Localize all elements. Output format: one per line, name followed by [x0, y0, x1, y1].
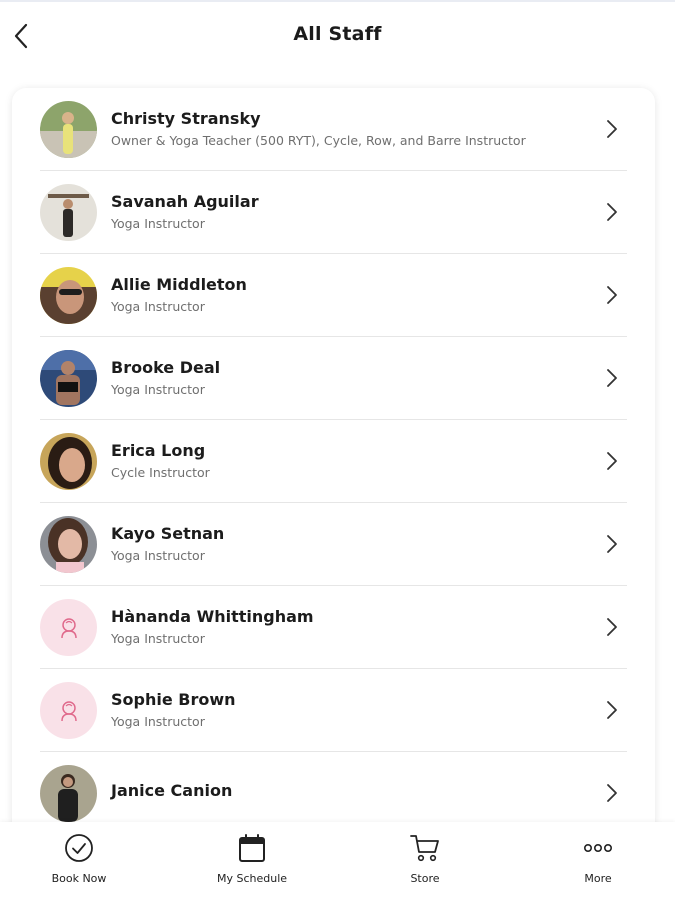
- chevron-right-icon: [607, 452, 617, 470]
- staff-name: Janice Canion: [111, 781, 233, 800]
- tab-my-schedule[interactable]: My Schedule: [197, 832, 307, 892]
- staff-role: Yoga Instructor: [111, 382, 205, 397]
- staff-name: Kayo Setnan: [111, 524, 225, 543]
- staff-name: Sophie Brown: [111, 690, 236, 709]
- avatar-placeholder: [40, 599, 97, 656]
- staff-row-erica-long[interactable]: Erica Long Cycle Instructor: [12, 420, 655, 503]
- person-icon: [60, 700, 77, 721]
- staff-name: Hànanda Whittingham: [111, 607, 314, 626]
- staff-name: Allie Middleton: [111, 275, 247, 294]
- chevron-right-icon: [607, 203, 617, 221]
- avatar: [40, 433, 97, 490]
- staff-role: Yoga Instructor: [111, 216, 205, 231]
- staff-row-allie-middleton[interactable]: Allie Middleton Yoga Instructor: [12, 254, 655, 337]
- staff-name: Brooke Deal: [111, 358, 221, 377]
- tab-label: Book Now: [51, 872, 107, 885]
- avatar: [40, 516, 97, 573]
- staff-name: Christy Stransky: [111, 109, 261, 128]
- chevron-right-icon: [607, 701, 617, 719]
- avatar: [40, 765, 97, 822]
- tab-label: Store: [410, 872, 440, 885]
- staff-row-kayo-setnan[interactable]: Kayo Setnan Yoga Instructor: [12, 503, 655, 586]
- avatar: [40, 101, 97, 158]
- staff-role: Cycle Instructor: [111, 465, 210, 480]
- check-circle-icon: [65, 834, 93, 862]
- person-icon: [60, 617, 77, 638]
- tab-label: More: [584, 872, 612, 885]
- staff-row-christy-stransky[interactable]: Christy Stransky Owner & Yoga Teacher (5…: [12, 88, 655, 171]
- bottom-tab-bar: Book Now My Schedule Store More: [0, 822, 675, 900]
- staff-row-savanah-aguilar[interactable]: Savanah Aguilar Yoga Instructor: [12, 171, 655, 254]
- avatar: [40, 350, 97, 407]
- header: All Staff: [0, 2, 675, 68]
- avatar: [40, 267, 97, 324]
- chevron-right-icon: [607, 286, 617, 304]
- chevron-right-icon: [607, 369, 617, 387]
- staff-role: Yoga Instructor: [111, 548, 205, 563]
- staff-row-brooke-deal[interactable]: Brooke Deal Yoga Instructor: [12, 337, 655, 420]
- chevron-right-icon: [607, 535, 617, 553]
- more-dots-icon: [583, 843, 612, 853]
- page-title: All Staff: [293, 23, 382, 45]
- staff-role: Yoga Instructor: [111, 631, 205, 646]
- staff-row-hananda-whittingham[interactable]: Hànanda Whittingham Yoga Instructor: [12, 586, 655, 669]
- staff-name: Erica Long: [111, 441, 206, 460]
- avatar-placeholder: [40, 682, 97, 739]
- tab-store[interactable]: Store: [370, 832, 480, 892]
- staff-name: Savanah Aguilar: [111, 192, 259, 211]
- staff-role: Yoga Instructor: [111, 714, 205, 729]
- cart-icon: [410, 835, 439, 862]
- calendar-icon: [239, 834, 265, 862]
- tab-book-now[interactable]: Book Now: [24, 832, 134, 892]
- staff-role: Owner & Yoga Teacher (500 RYT), Cycle, R…: [111, 133, 526, 148]
- chevron-right-icon: [607, 784, 617, 802]
- chevron-right-icon: [607, 120, 617, 138]
- avatar: [40, 184, 97, 241]
- tab-more[interactable]: More: [543, 832, 653, 892]
- staff-row-sophie-brown[interactable]: Sophie Brown Yoga Instructor: [12, 669, 655, 752]
- chevron-right-icon: [607, 618, 617, 636]
- tab-label: My Schedule: [216, 872, 288, 885]
- staff-role: Yoga Instructor: [111, 299, 205, 314]
- staff-list: Christy Stransky Owner & Yoga Teacher (5…: [12, 88, 655, 848]
